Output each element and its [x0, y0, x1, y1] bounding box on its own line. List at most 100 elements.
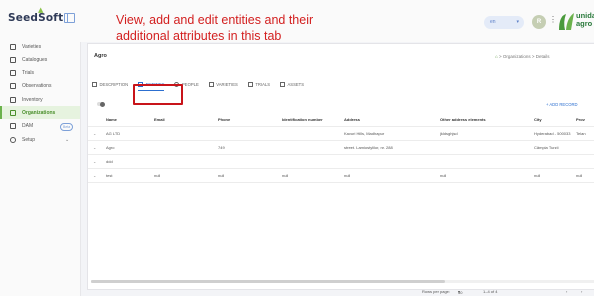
chevron-down-icon[interactable]: ⌄ — [88, 154, 106, 169]
more-vert-icon[interactable]: ⋮ — [549, 15, 557, 24]
breadcrumb: ⌂ > Organizations > Details — [495, 54, 550, 59]
table-cell: null — [154, 168, 218, 183]
table-cell — [154, 140, 218, 155]
table-cell — [218, 154, 282, 169]
tutorial-annotation: View, add and edit entities and their ad… — [116, 13, 314, 43]
details-card: Agro ⌂ > Organizations > Details DESCRIP… — [87, 43, 594, 290]
table-cell: null — [440, 168, 534, 183]
page-title: Agro — [94, 53, 107, 59]
language-selector[interactable]: en ▾ — [484, 16, 524, 29]
tab-assets[interactable]: ASSETS — [280, 78, 304, 90]
inventory-icon — [10, 96, 16, 103]
sidebar-item-varieties[interactable]: Varieties — [0, 40, 80, 53]
chevron-down-icon[interactable]: ⌄ — [65, 137, 69, 143]
trials-icon — [247, 81, 253, 87]
chevron-down-icon: ▾ — [516, 19, 519, 25]
table-header-row: Name Email Phone Identification number A… — [88, 113, 594, 127]
table-cell: jkldsghjsd — [440, 126, 534, 141]
list-icon — [10, 43, 16, 50]
trials-icon — [10, 70, 16, 77]
table-cell — [344, 154, 440, 169]
column-header[interactable]: Identification number — [282, 113, 344, 127]
sidebar-item-dam[interactable]: DAM Beta — [0, 120, 80, 133]
table-cell: null — [282, 168, 344, 183]
org-logo: unida agro — [557, 10, 594, 32]
table-cell: Agro — [106, 140, 154, 155]
sidebar-item-label: DAM — [22, 123, 34, 130]
folder-icon — [280, 81, 285, 87]
sidebar-item-label: Catalogues — [22, 56, 48, 63]
observations-icon — [10, 83, 16, 90]
chevron-down-icon[interactable]: ⌄ — [88, 126, 106, 141]
sidebar-item-label: Inventory — [22, 96, 43, 103]
sidebar-item-setup[interactable]: Setup ⌄ — [0, 133, 80, 146]
table-cell: Hyderabad - 500033 — [534, 126, 576, 141]
tab-label: ASSETS — [287, 81, 305, 87]
language-value: en — [490, 19, 496, 25]
rows-per-page-select[interactable]: 50 ▾ — [458, 289, 462, 295]
table-cell — [154, 126, 218, 141]
table-row[interactable]: ⌄ AG LTD Kavuri Hills, Madhapur jkldsghj… — [88, 126, 594, 141]
table-cell — [576, 154, 594, 169]
tab-description[interactable]: DESCRIPTION — [92, 78, 128, 90]
column-header[interactable]: City — [534, 113, 576, 127]
table-cell: null — [534, 168, 576, 183]
pagination: Rows per page: 50 ▾ 1–4 of 4 ‹ › — [0, 288, 594, 296]
rows-per-page-label: Rows per page: — [422, 289, 451, 294]
table-cell — [154, 154, 218, 169]
sidebar-item-label: Observations — [22, 83, 52, 90]
table-cell: null — [576, 168, 594, 183]
column-header[interactable]: Phone — [218, 113, 282, 127]
pagination-range: 1–4 of 4 — [483, 289, 498, 294]
table-row[interactable]: ⌄ Agro 749 street. Lamiostylilor, nr. 28… — [88, 140, 594, 155]
leaf-logo-icon — [559, 13, 574, 30]
sidebar-item-label: Organizations — [22, 109, 56, 116]
chevron-right-icon[interactable]: › — [581, 289, 582, 294]
column-header[interactable]: Email — [154, 113, 218, 127]
entities-tab-highlight — [133, 84, 183, 105]
sidebar-item-organizations[interactable]: Organizations — [0, 106, 80, 120]
table-cell: null — [218, 168, 282, 183]
breadcrumb-details: Details — [535, 54, 550, 59]
column-header[interactable]: Prov — [576, 113, 594, 127]
chevron-left-icon[interactable]: ‹ — [566, 289, 567, 294]
sidebar-collapse-icon[interactable] — [64, 13, 75, 23]
tab-label: VARIETIES — [216, 81, 238, 87]
organizations-icon — [10, 109, 16, 116]
view-toggle[interactable] — [97, 101, 105, 107]
home-icon[interactable]: ⌂ — [495, 54, 498, 59]
horizontal-scrollbar-thumb[interactable] — [91, 280, 445, 283]
app-logo[interactable]: SeedSoft ▲ — [8, 6, 63, 24]
tab-varieties[interactable]: VARIETIES — [208, 78, 238, 90]
sidebar-item-inventory[interactable]: Inventory — [0, 93, 80, 106]
table-row[interactable]: ⌄ test null null null null null null nul… — [88, 168, 594, 183]
sidebar-item-observations[interactable]: Observations — [0, 80, 80, 93]
table-cell — [282, 126, 344, 141]
column-header[interactable]: Other address elements — [440, 113, 534, 127]
table-row[interactable]: ⌄ ddd — [88, 154, 594, 169]
table-cell: Telan — [576, 126, 594, 141]
table-cell: Kavuri Hills, Madhapur — [344, 126, 440, 141]
sidebar-item-trials[interactable]: Trials — [0, 67, 80, 80]
chevron-down-icon[interactable]: ⌄ — [88, 140, 106, 155]
table-cell — [576, 140, 594, 155]
sidebar-item-catalogues[interactable]: Catalogues — [0, 53, 80, 66]
add-record-button[interactable]: + ADD RECORD — [546, 102, 578, 107]
breadcrumb-organizations[interactable]: Organizations — [503, 54, 531, 59]
beta-badge: Beta — [60, 122, 74, 131]
sidebar-item-label: Setup — [22, 136, 36, 143]
table-cell: Cămpia Turzii — [534, 140, 576, 155]
tab-trials[interactable]: TRIALS — [247, 78, 270, 90]
column-header[interactable]: Address — [344, 113, 440, 127]
folder-icon — [10, 123, 16, 130]
sidebar-nav: Varieties Catalogues Trials Observations… — [0, 40, 80, 146]
varieties-icon — [208, 81, 214, 87]
avatar[interactable]: R — [532, 15, 546, 29]
column-header[interactable]: Name — [106, 113, 154, 127]
table-cell — [282, 140, 344, 155]
tab-label: DESCRIPTION — [99, 81, 129, 87]
gear-icon — [10, 136, 16, 143]
tab-bar: DESCRIPTION ENTITIES PEOPLE VARIETIES TR… — [92, 78, 314, 91]
chevron-down-icon[interactable]: ⌄ — [88, 168, 106, 183]
tab-label: TRIALS — [255, 81, 270, 87]
